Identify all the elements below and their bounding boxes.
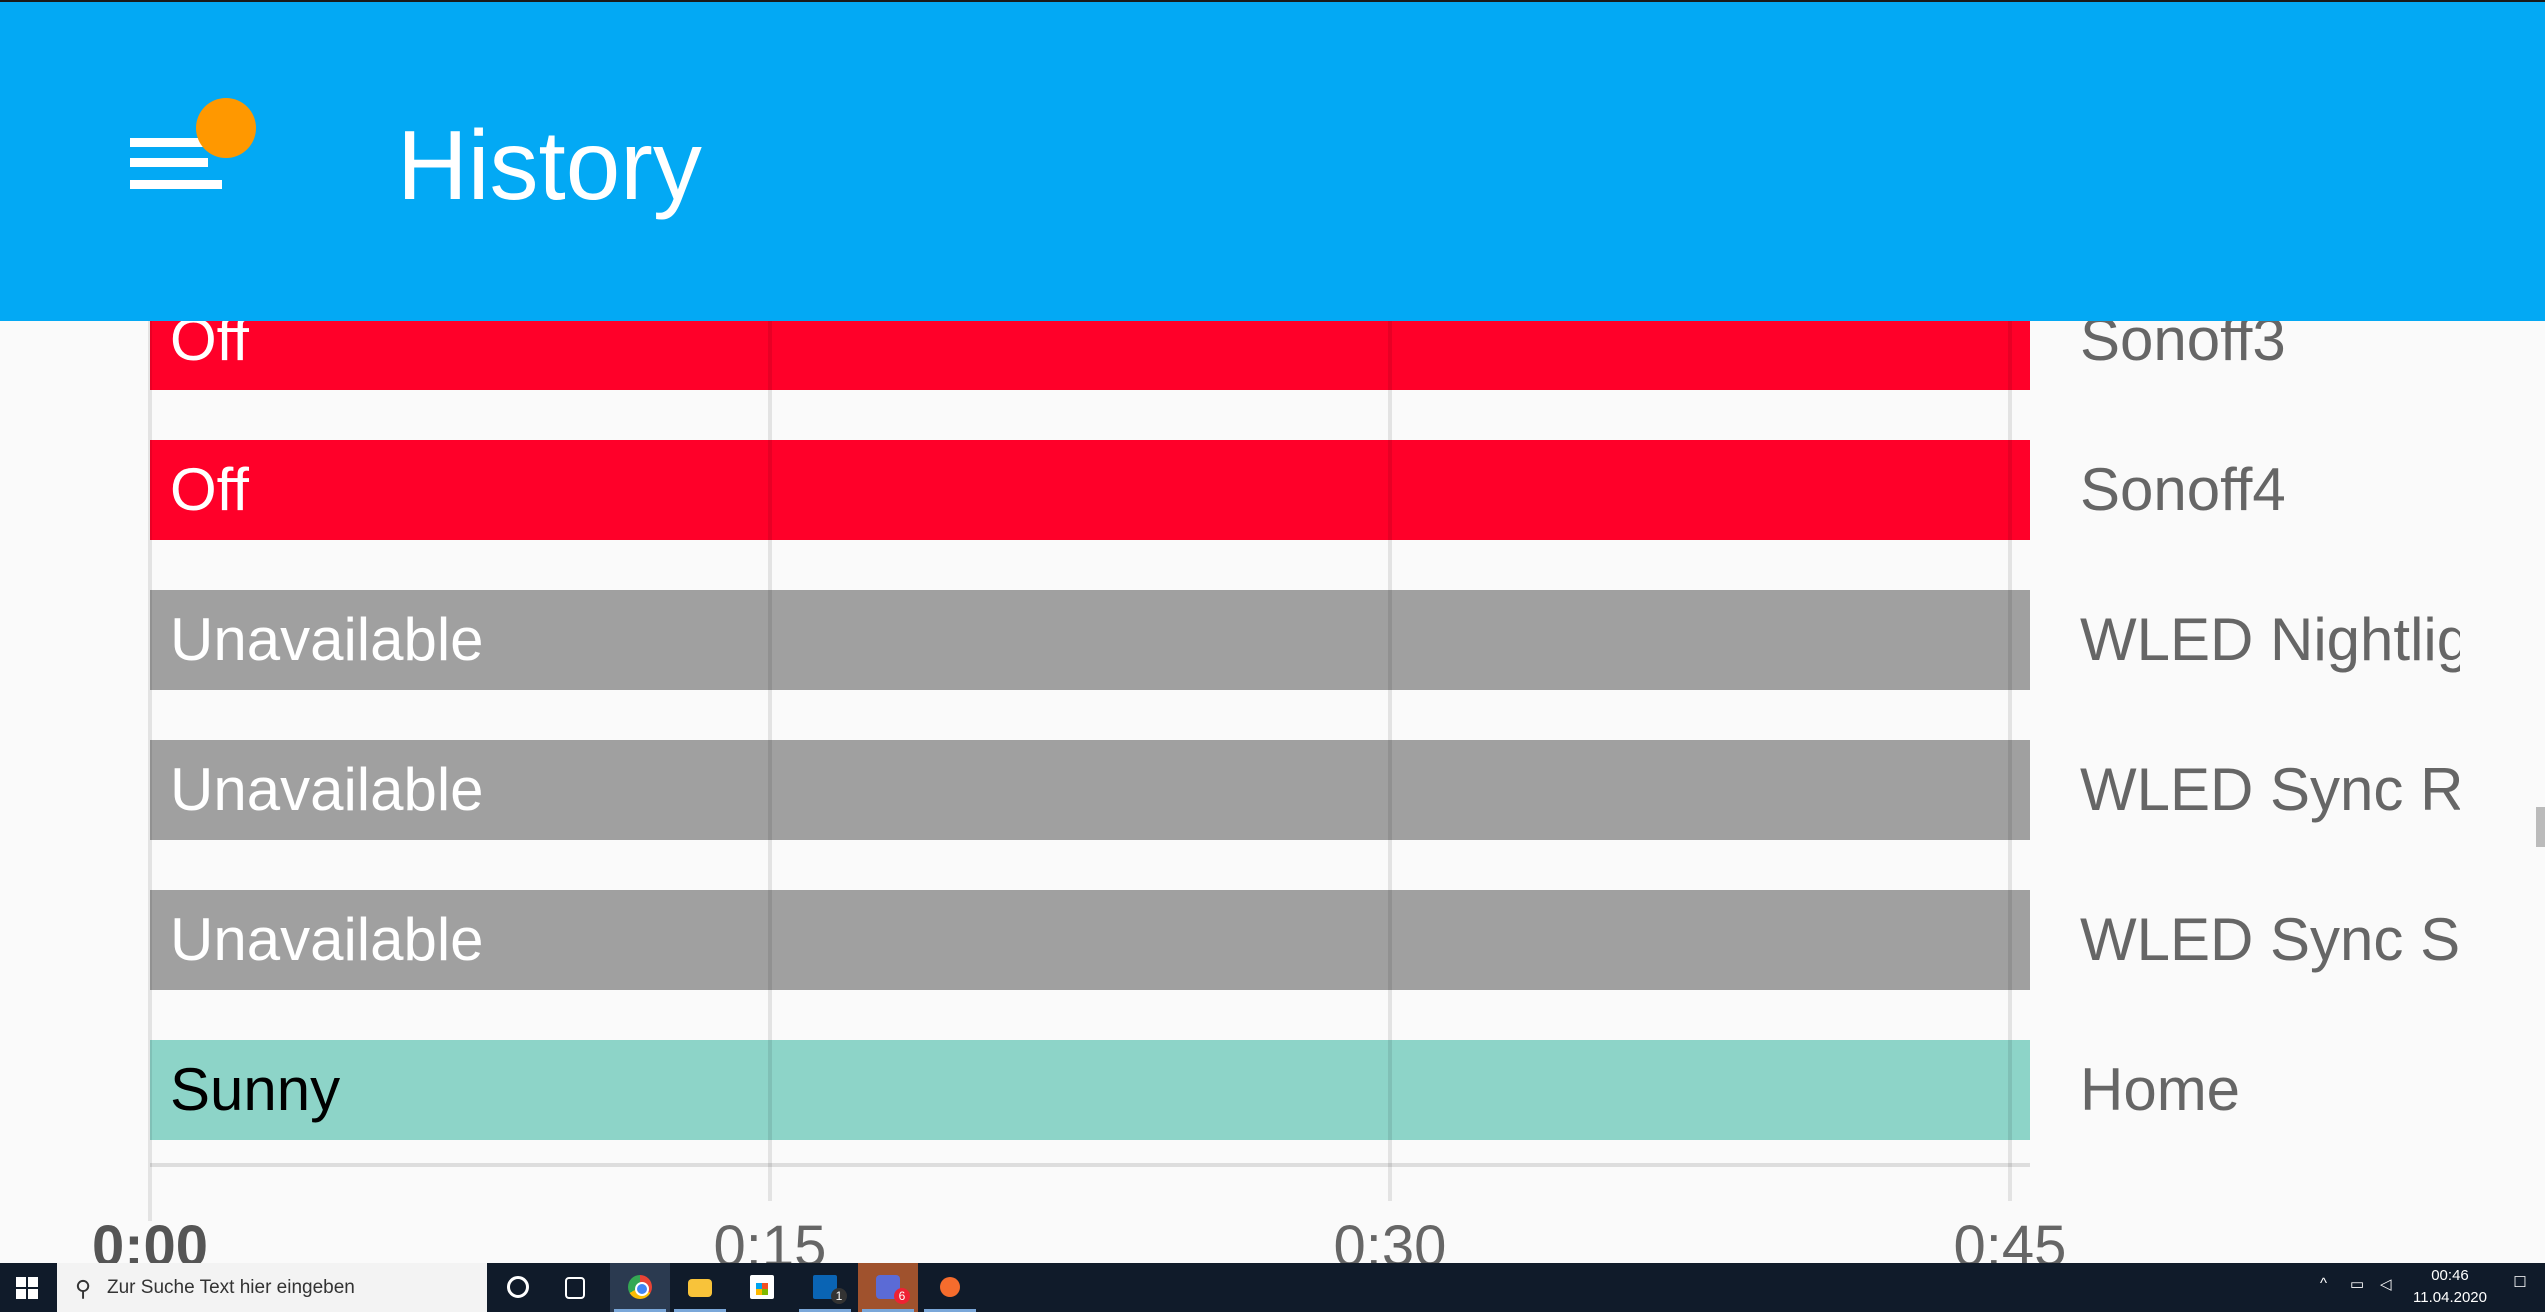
photos-icon[interactable]: 6 bbox=[858, 1263, 918, 1312]
grid-line bbox=[148, 321, 152, 1221]
timeline-entity-label: WLED Sync Receive bbox=[2080, 756, 2460, 823]
x-axis-line bbox=[150, 1163, 2030, 1167]
file-explorer-icon[interactable] bbox=[670, 1263, 730, 1312]
photos-badge: 6 bbox=[894, 1288, 910, 1304]
timeline-entity-label: WLED Nightlight bbox=[2080, 606, 2460, 673]
grid-line bbox=[768, 321, 772, 1201]
timeline-bar[interactable]: Off bbox=[150, 321, 2030, 390]
x-axis-tick-label: 0:15 bbox=[713, 1214, 827, 1263]
timeline-state-label: Off bbox=[170, 456, 249, 523]
store-icon[interactable] bbox=[732, 1263, 792, 1312]
timeline-entity-label: Sonoff4 bbox=[2080, 456, 2286, 523]
start-button[interactable] bbox=[0, 1263, 56, 1312]
cortana-icon[interactable] bbox=[487, 1263, 547, 1312]
task-view-icon[interactable] bbox=[547, 1263, 607, 1312]
chrome-icon[interactable] bbox=[610, 1263, 670, 1312]
tray-chevron-icon[interactable]: ^ bbox=[2320, 1275, 2327, 1292]
timeline-entity-label: Sonoff3 bbox=[2080, 321, 2286, 373]
taskbar-search-box[interactable]: ⚲ Zur Suche Text hier eingeben bbox=[57, 1263, 487, 1312]
x-axis-tick-label: 0:00 bbox=[91, 1214, 209, 1263]
clock-time[interactable]: 00:46 bbox=[2410, 1267, 2490, 1284]
grid-line bbox=[1388, 321, 1392, 1201]
timeline-bar[interactable]: Sunny bbox=[150, 1040, 2030, 1140]
timeline-state-label: Sunny bbox=[170, 1056, 341, 1123]
search-placeholder: Zur Suche Text hier eingeben bbox=[107, 1277, 355, 1298]
app-header: History bbox=[0, 0, 2545, 321]
mail-icon[interactable]: 1 bbox=[795, 1263, 855, 1312]
page-title: History bbox=[397, 110, 702, 220]
notification-center-icon[interactable]: ☐ bbox=[2508, 1273, 2532, 1291]
timeline-state-label: Unavailable bbox=[170, 756, 484, 823]
timeline-bar[interactable]: Unavailable bbox=[150, 890, 2030, 990]
network-icon[interactable]: ▭ bbox=[2350, 1275, 2364, 1293]
x-axis-tick-label: 0:30 bbox=[1333, 1214, 1447, 1263]
history-timeline-chart: Off Sonoff3 Off Sonoff4 Unavailable WLED Nigh… bbox=[0, 321, 2545, 1263]
timeline-bar[interactable]: Unavailable bbox=[150, 740, 2030, 840]
timeline-bar[interactable]: Unavailable bbox=[150, 590, 2030, 690]
x-axis-tick-label: 0:45 bbox=[1953, 1214, 2067, 1263]
grid-line bbox=[2008, 321, 2012, 1201]
origin-icon[interactable] bbox=[920, 1263, 980, 1312]
clock-date[interactable]: 11.04.2020 bbox=[2400, 1289, 2500, 1306]
timeline-state-label: Unavailable bbox=[170, 606, 484, 673]
timeline-state-label: Unavailable bbox=[170, 906, 484, 973]
mail-badge: 1 bbox=[831, 1288, 847, 1304]
notification-dot-icon bbox=[196, 98, 256, 158]
timeline-state-label: Off bbox=[170, 321, 249, 373]
timeline-bar[interactable]: Off bbox=[150, 440, 2030, 540]
hamburger-menu-icon[interactable] bbox=[130, 98, 260, 198]
volume-icon[interactable]: ◁ bbox=[2380, 1275, 2392, 1293]
timeline-entity-label: WLED Sync Send bbox=[2080, 906, 2460, 973]
scrollbar-thumb[interactable] bbox=[2536, 807, 2545, 847]
windows-taskbar: ⚲ Zur Suche Text hier eingeben 1 6 ^ ▭ ◁… bbox=[0, 1263, 2545, 1312]
search-icon: ⚲ bbox=[75, 1276, 92, 1301]
timeline-entity-label: Home bbox=[2080, 1056, 2241, 1123]
